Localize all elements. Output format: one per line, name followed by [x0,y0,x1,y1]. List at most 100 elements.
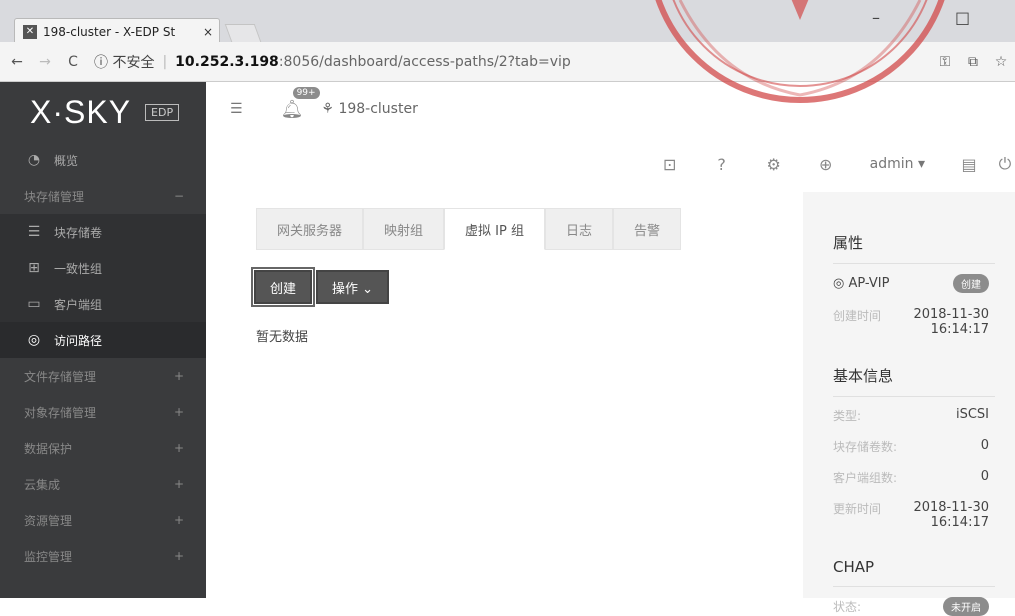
sidebar-group-label: 块存储管理 [24,189,85,204]
sidebar-group-label: 数据保护 [24,441,73,456]
browser-tabbar: ✕ 198-cluster - X-EDP St × – □ [0,0,1015,44]
tasks-icon[interactable]: ⊡ [644,155,696,174]
security-indicator[interactable]: ⓘ 不安全 [94,52,154,72]
empty-state-text: 暂无数据 [256,330,309,345]
sidebar-group-cloud[interactable]: 云集成 + [0,466,206,502]
help-icon[interactable]: ? [696,155,748,174]
app-header: ☰ 🔔︎ 99+ ⚘ 198-cluster ⊡ ? ⚙ ⊕ admin ▾ ▤… [206,82,1015,192]
volume-count-value: 0 [980,438,989,453]
basic-info-title: 基本信息 [833,367,894,385]
tab-virtual-ip-groups[interactable]: 虚拟 IP 组 [444,208,545,250]
sidebar-item-client-groups[interactable]: ▭ 客户端组 [0,286,206,322]
sidebar-item-overview[interactable]: ◔ 概览 [0,142,206,178]
sidebar-group-label: 对象存储管理 [24,405,97,420]
database-icon: ☰ [27,224,41,240]
sidebar-item-block-volumes[interactable]: ☰ 块存储卷 [0,214,206,250]
sidebar-group-data-protection[interactable]: 数据保护 + [0,430,206,466]
sidebar-group-object-storage[interactable]: 对象存储管理 + [0,394,206,430]
star-icon[interactable]: ☆ [987,54,1015,70]
created-date: 2018-11-30 [913,307,989,322]
target-icon: ◎ [833,276,849,291]
cluster-selector[interactable]: ⚘ 198-cluster [321,101,417,117]
create-button[interactable]: 创建 [250,267,316,307]
address-bar: ← → C ⓘ 不安全 | 10.252.3.198 :8056/dashboa… [0,42,1015,82]
expand-icon: + [173,405,184,419]
updated-time-label: 更新时间 [833,502,882,516]
client-group-icon: ▭ [27,296,41,312]
chap-title: CHAP [833,558,875,576]
power-icon[interactable]: ⏻ [995,154,1015,174]
main-content: 网关服务器 映射组 虚拟 IP 组 日志 告警 创建 操作 ⌄ 暂无数据 [206,192,803,598]
user-menu[interactable]: admin ▾ [870,156,925,172]
browser-tab-title: 198-cluster - X-EDP St [43,24,176,39]
expand-icon: + [173,441,184,455]
key-icon[interactable]: ⚿ [931,54,959,70]
target-icon: ◎ [27,332,41,348]
volume-count-label: 块存储卷数: [833,440,898,454]
minimize-icon[interactable]: – [872,8,880,27]
url-field[interactable]: ⓘ 不安全 | 10.252.3.198 :8056/dashboard/acc… [94,48,931,76]
menu-toggle-icon[interactable]: ☰ [230,101,243,117]
close-tab-icon[interactable]: × [203,25,219,39]
cluster-name: 198-cluster [338,101,418,117]
updated-time: 16:14:17 [930,515,989,530]
sidebar-group-resources[interactable]: 资源管理 + [0,502,206,538]
expand-icon: + [173,549,184,563]
logo[interactable]: X·SKY EDP [0,82,206,142]
reload-icon[interactable]: C [62,54,84,70]
sidebar-item-label: 访问路径 [54,333,103,348]
sidebar-group-file-storage[interactable]: 文件存储管理 + [0,358,206,394]
type-label: 类型: [833,409,862,423]
operate-dropdown[interactable]: 操作 ⌄ [316,270,390,304]
action-bar: 创建 操作 ⌄ [250,267,393,307]
expand-icon: + [173,513,184,527]
updated-date: 2018-11-30 [913,500,989,515]
browser-tab[interactable]: ✕ 198-cluster - X-EDP St × [14,18,220,44]
bell-icon: 🔔︎ [280,98,304,120]
expand-icon: + [173,477,184,491]
tab-gateway-servers[interactable]: 网关服务器 [256,208,364,250]
tab-bar: 网关服务器 映射组 虚拟 IP 组 日志 告警 [256,208,682,250]
back-icon[interactable]: ← [6,54,28,70]
properties-title: 属性 [833,234,864,252]
sidebar-item-label: 客户端组 [54,297,103,312]
sidebar: X·SKY EDP ◔ 概览 块存储管理 − ☰ 块存储卷 ⊞ 一致性组 ▭ 客… [0,82,206,598]
created-time: 16:14:17 [930,322,989,337]
properties-panel: 属性 ◎ AP-VIP 创建 创建时间 2018-11-30 16:14:17 … [803,192,1015,616]
new-tab-button[interactable] [224,24,262,42]
translate-icon[interactable]: ⧉ [959,54,987,70]
sidebar-item-consistency-groups[interactable]: ⊞ 一致性组 [0,250,206,286]
sidebar-group-label: 资源管理 [24,513,73,528]
client-group-count-label: 客户端组数: [833,471,898,485]
vip-name: ◎ AP-VIP [833,276,889,291]
notification-badge: 99+ [292,86,320,99]
url-separator: | [162,53,168,70]
sidebar-group-label: 文件存储管理 [24,369,97,384]
sidebar-item-label: 一致性组 [54,261,103,276]
updated-time-value: 2018-11-30 16:14:17 [913,500,989,530]
cluster-icon: ⚘ [321,101,339,117]
notification-button[interactable]: 🔔︎ 99+ [280,86,320,120]
globe-icon[interactable]: ⊕ [800,155,852,174]
client-group-count-value: 0 [980,469,989,484]
tab-mapping-groups[interactable]: 映射组 [363,208,445,250]
chap-status-label: 状态: [833,600,862,614]
chap-status-badge: 未开启 [943,597,989,616]
dashboard-icon: ◔ [27,152,41,168]
tab-logs[interactable]: 日志 [544,208,613,250]
url-host: 10.252.3.198 [175,53,279,70]
favicon-icon: ✕ [23,24,37,39]
created-time-label: 创建时间 [833,309,882,323]
forward-icon[interactable]: → [34,54,56,70]
collapse-icon: − [173,189,184,203]
maximize-icon[interactable]: □ [955,8,970,27]
sidebar-item-access-paths[interactable]: ◎ 访问路径 [0,322,206,358]
group-icon: ⊞ [28,260,40,276]
sidebar-group-monitoring[interactable]: 监控管理 + [0,538,206,574]
created-time-value: 2018-11-30 16:14:17 [913,307,989,337]
gear-icon[interactable]: ⚙ [748,155,800,174]
tab-alerts[interactable]: 告警 [613,208,682,250]
sidebar-group-block-storage[interactable]: 块存储管理 − [0,178,206,214]
document-icon[interactable]: ▤ [943,155,995,174]
brand-logo: X·SKY [30,93,132,130]
